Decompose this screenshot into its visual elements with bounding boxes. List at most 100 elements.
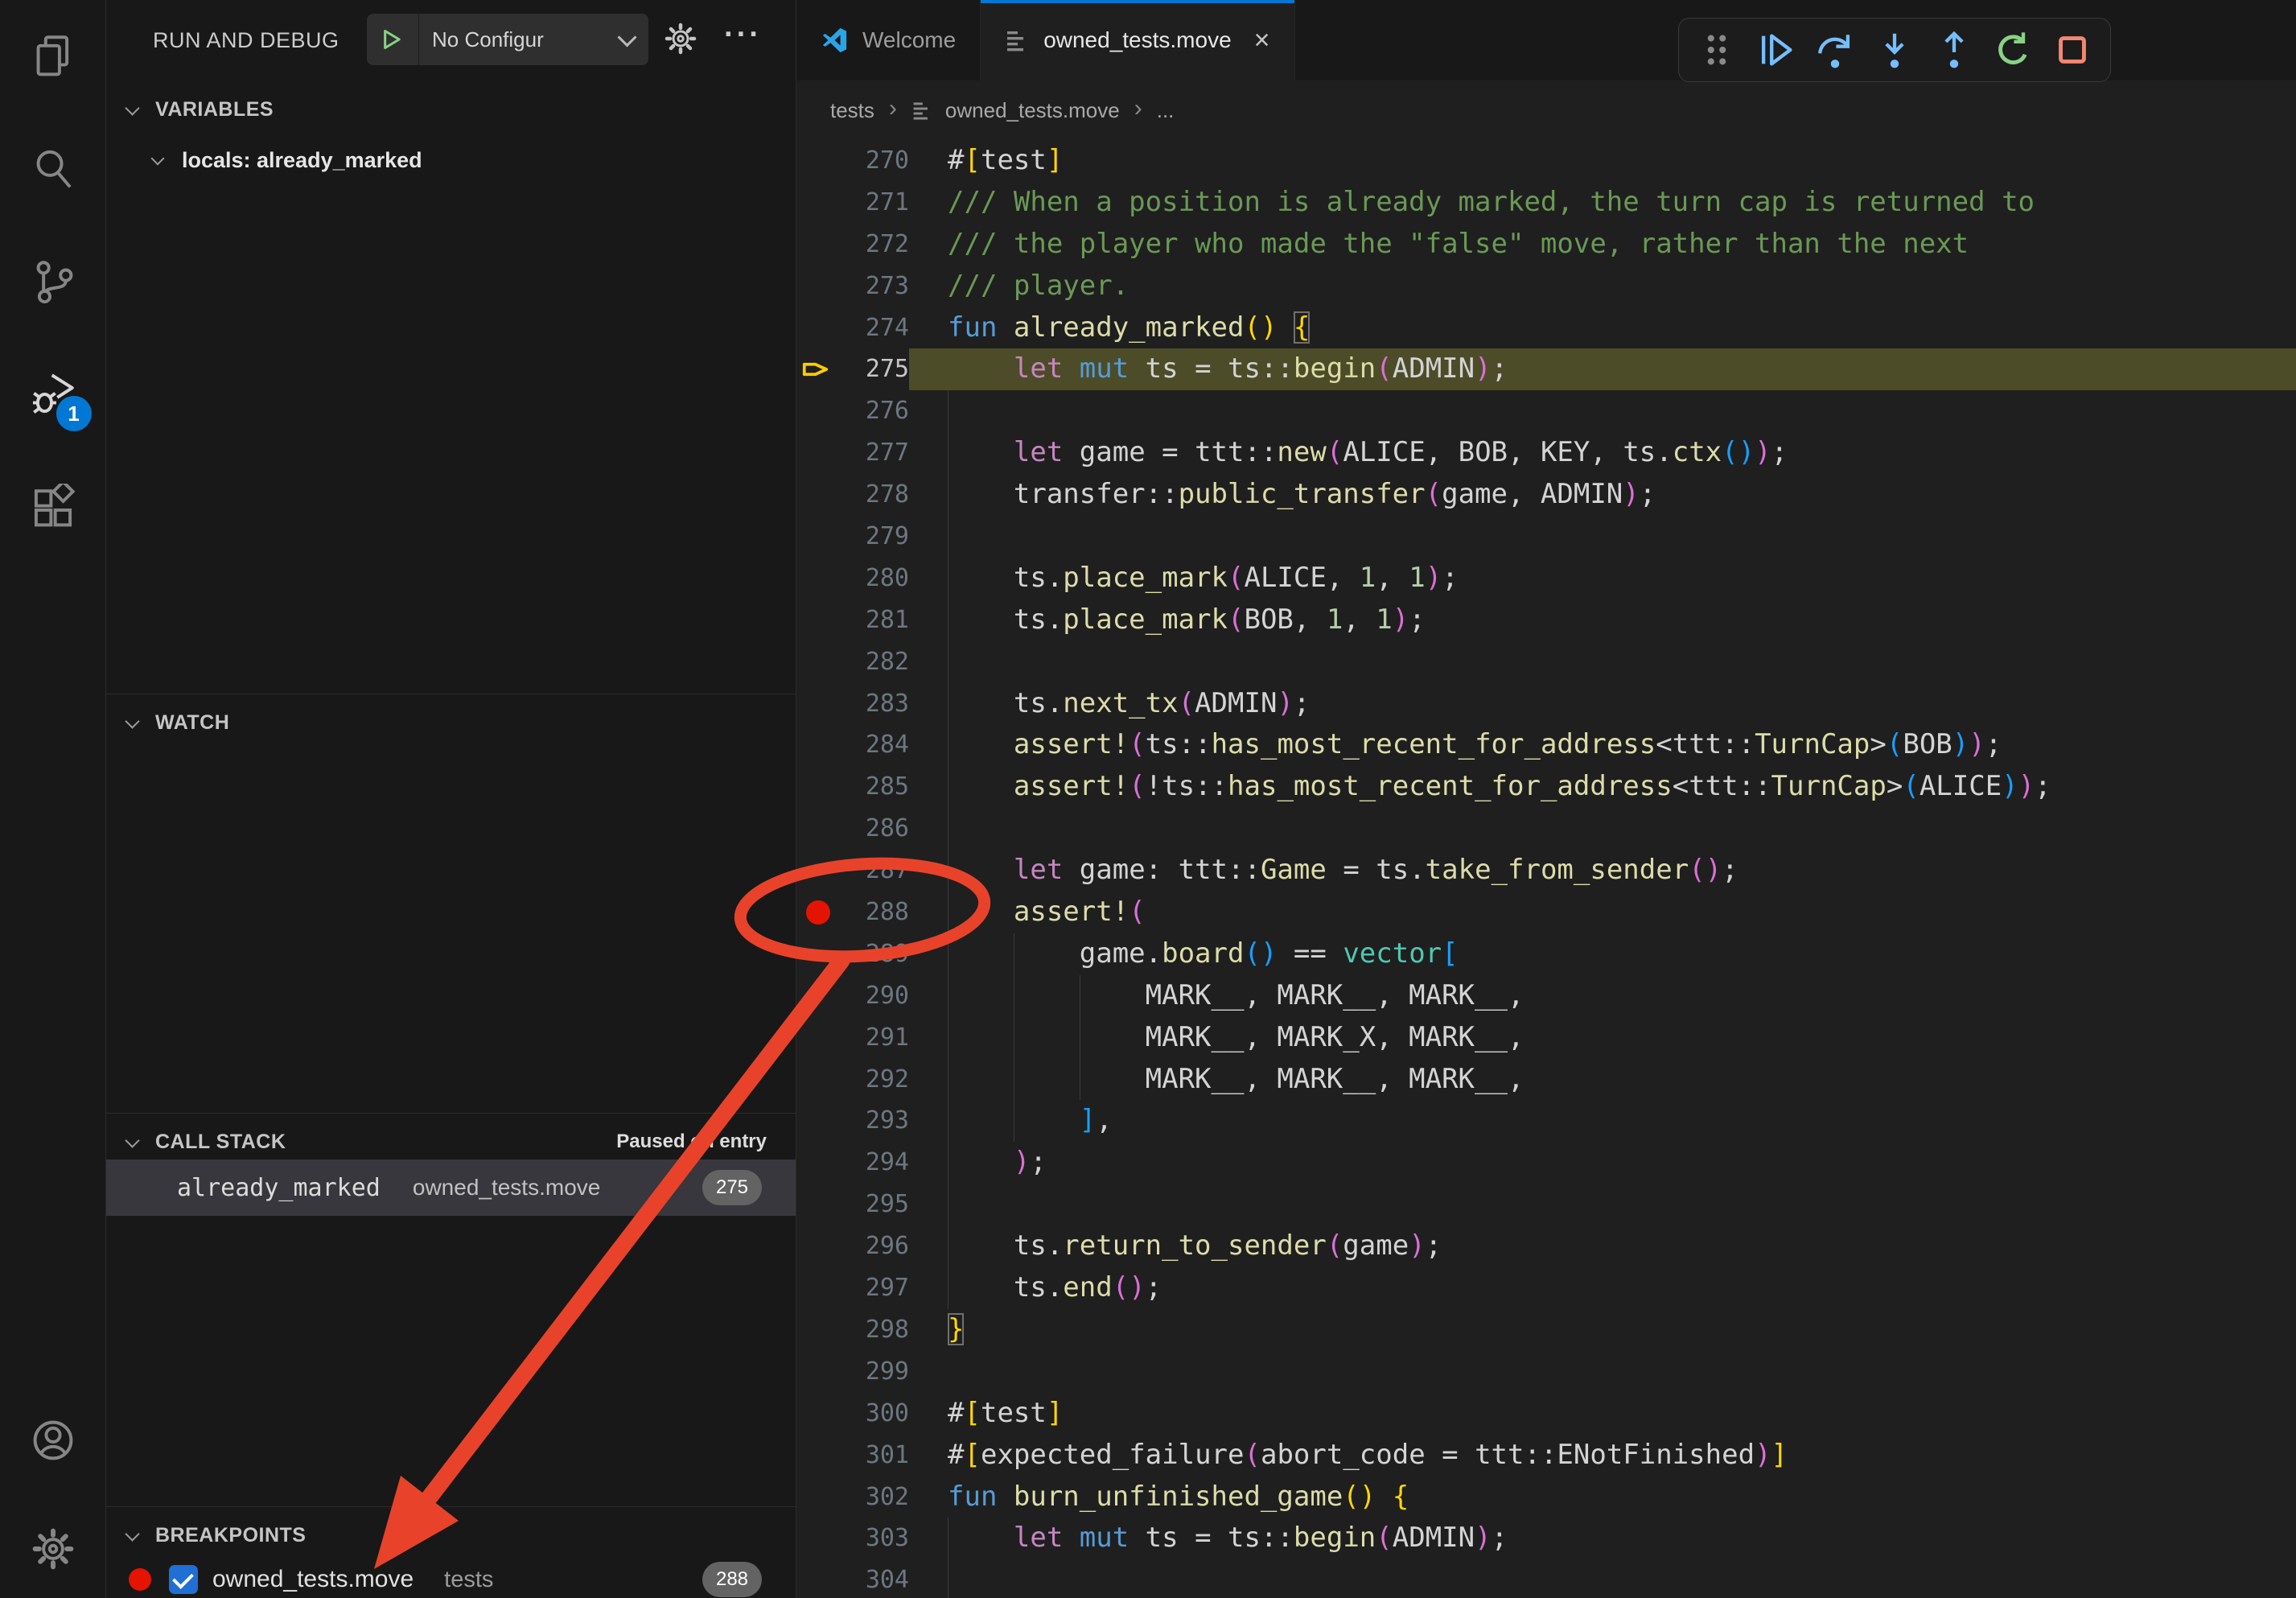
- gutter-margin[interactable]: [796, 1559, 854, 1598]
- tab-owned-tests[interactable]: owned_tests.move ×: [981, 0, 1294, 80]
- code-text[interactable]: ts.return_to_sender(game);: [909, 1225, 2296, 1267]
- activity-settings[interactable]: [0, 1493, 105, 1598]
- continue-button[interactable]: [1751, 24, 1802, 76]
- code-text[interactable]: assert!(ts::has_most_recent_for_address<…: [909, 724, 2296, 766]
- gutter-margin[interactable]: [796, 808, 854, 850]
- code-text[interactable]: let game: ttt::Game = ts.take_from_sende…: [909, 850, 2296, 892]
- gutter-margin[interactable]: [796, 558, 854, 599]
- breakpoints-section-header[interactable]: BREAKPOINTS: [106, 1514, 796, 1556]
- code-text[interactable]: MARK__, MARK__, MARK__,: [909, 975, 2296, 1017]
- gutter-margin[interactable]: [796, 432, 854, 474]
- step-out-button[interactable]: [1928, 24, 1980, 76]
- gutter-margin[interactable]: [796, 599, 854, 641]
- code-text[interactable]: #[expected_failure(abort_code = ttt::ENo…: [909, 1435, 2296, 1477]
- code-text[interactable]: let mut ts = ts::begin(ADMIN);: [909, 348, 2296, 390]
- gutter-margin[interactable]: [796, 1435, 854, 1477]
- call-stack-frame-row[interactable]: already_marked owned_tests.move 275: [106, 1159, 796, 1216]
- breakpoint-dot-icon[interactable]: [806, 900, 830, 925]
- breakpoint-checkbox[interactable]: [169, 1565, 198, 1594]
- stop-button[interactable]: [2047, 24, 2098, 76]
- gutter-margin[interactable]: [796, 224, 854, 266]
- gutter-margin[interactable]: [796, 766, 854, 808]
- code-text[interactable]: /// When a position is already marked, t…: [909, 182, 2296, 224]
- debug-settings-button[interactable]: [663, 21, 698, 60]
- activity-explorer[interactable]: [0, 0, 105, 113]
- variables-section-header[interactable]: VARIABLES: [106, 89, 796, 130]
- gutter-margin[interactable]: [796, 641, 854, 683]
- code-text[interactable]: [909, 1184, 2296, 1225]
- gutter-margin[interactable]: [796, 182, 854, 224]
- gutter-margin[interactable]: [796, 348, 854, 390]
- gutter-margin[interactable]: [796, 1393, 854, 1435]
- gutter-margin[interactable]: [796, 683, 854, 725]
- gutter-margin[interactable]: [796, 1184, 854, 1225]
- gutter-margin[interactable]: [796, 892, 854, 933]
- gutter-margin[interactable]: [796, 850, 854, 892]
- gutter-margin[interactable]: [796, 1059, 854, 1101]
- code-text[interactable]: assert!(!ts::has_most_recent_for_address…: [909, 766, 2296, 808]
- code-text[interactable]: assert!(: [909, 892, 2296, 933]
- gutter-margin[interactable]: [796, 1017, 854, 1059]
- code-text[interactable]: game.board() == vector[: [909, 933, 2296, 975]
- code-text[interactable]: [909, 390, 2296, 432]
- drag-handle[interactable]: [1691, 24, 1743, 76]
- breadcrumb-symbol[interactable]: ...: [1157, 98, 1175, 123]
- call-stack-section-header[interactable]: CALL STACK Paused on entry: [106, 1121, 796, 1163]
- code-text[interactable]: let game = ttt::new(ALICE, BOB, KEY, ts.…: [909, 432, 2296, 474]
- code-text[interactable]: let mut ts = ts::begin(ADMIN);: [909, 1518, 2296, 1559]
- gutter-margin[interactable]: [796, 1518, 854, 1559]
- gutter-margin[interactable]: [796, 1309, 854, 1351]
- gutter-margin[interactable]: [796, 140, 854, 182]
- gutter-margin[interactable]: [796, 1351, 854, 1393]
- gutter-margin[interactable]: [796, 1142, 854, 1184]
- breadcrumb-file[interactable]: owned_tests.move: [945, 98, 1120, 123]
- activity-extensions[interactable]: [0, 451, 105, 563]
- code-text[interactable]: ts.place_mark(ALICE, 1, 1);: [909, 558, 2296, 599]
- gutter-margin[interactable]: [796, 1477, 854, 1518]
- gutter-margin[interactable]: [796, 307, 854, 349]
- code-text[interactable]: [909, 808, 2296, 850]
- code-text[interactable]: /// player.: [909, 266, 2296, 307]
- variables-scope-row[interactable]: locals: already_marked: [106, 137, 796, 183]
- code-text[interactable]: transfer::public_transfer(game, ADMIN);: [909, 474, 2296, 516]
- gutter-margin[interactable]: [796, 724, 854, 766]
- gutter-margin[interactable]: [796, 390, 854, 432]
- code-text[interactable]: }: [909, 1309, 2296, 1351]
- step-over-button[interactable]: [1809, 24, 1861, 76]
- code-text[interactable]: ],: [909, 1100, 2296, 1142]
- code-text[interactable]: fun burn_unfinished_game() {: [909, 1477, 2296, 1518]
- gutter-margin[interactable]: [796, 975, 854, 1017]
- tab-welcome[interactable]: Welcome: [796, 0, 981, 80]
- activity-source-control[interactable]: [0, 225, 105, 338]
- breadcrumb-folder[interactable]: tests: [830, 98, 874, 123]
- step-into-button[interactable]: [1869, 24, 1920, 76]
- code-text[interactable]: #[test]: [909, 1393, 2296, 1435]
- restart-button[interactable]: [1987, 24, 2039, 76]
- code-editor[interactable]: 270#[test]271/// When a position is alre…: [796, 140, 2296, 1598]
- code-text[interactable]: ts.next_tx(ADMIN);: [909, 683, 2296, 725]
- code-text[interactable]: [909, 1351, 2296, 1393]
- code-text[interactable]: MARK__, MARK__, MARK__,: [909, 1059, 2296, 1101]
- code-text[interactable]: ts.end();: [909, 1267, 2296, 1309]
- gutter-margin[interactable]: [796, 1100, 854, 1142]
- debug-config-dropdown[interactable]: No Configur: [367, 14, 648, 65]
- code-text[interactable]: MARK__, MARK_X, MARK__,: [909, 1017, 2296, 1059]
- gutter-margin[interactable]: [796, 1267, 854, 1309]
- more-actions-button[interactable]: ···: [724, 18, 762, 52]
- code-text[interactable]: #[test]: [909, 140, 2296, 182]
- gutter-margin[interactable]: [796, 1225, 854, 1267]
- code-text[interactable]: /// the player who made the "false" move…: [909, 224, 2296, 266]
- gutter-margin[interactable]: [796, 266, 854, 307]
- close-icon[interactable]: ×: [1254, 25, 1270, 56]
- code-text[interactable]: [909, 641, 2296, 683]
- gutter-margin[interactable]: [796, 933, 854, 975]
- code-text[interactable]: );: [909, 1142, 2296, 1184]
- code-text[interactable]: fun already_marked() {: [909, 307, 2296, 349]
- activity-accounts[interactable]: [0, 1384, 105, 1497]
- activity-run-and-debug[interactable]: 1: [0, 338, 105, 451]
- gutter-margin[interactable]: [796, 474, 854, 516]
- activity-search[interactable]: [0, 113, 105, 225]
- code-text[interactable]: ts.place_mark(BOB, 1, 1);: [909, 599, 2296, 641]
- gutter-margin[interactable]: [796, 516, 854, 558]
- code-text[interactable]: [909, 1559, 2296, 1598]
